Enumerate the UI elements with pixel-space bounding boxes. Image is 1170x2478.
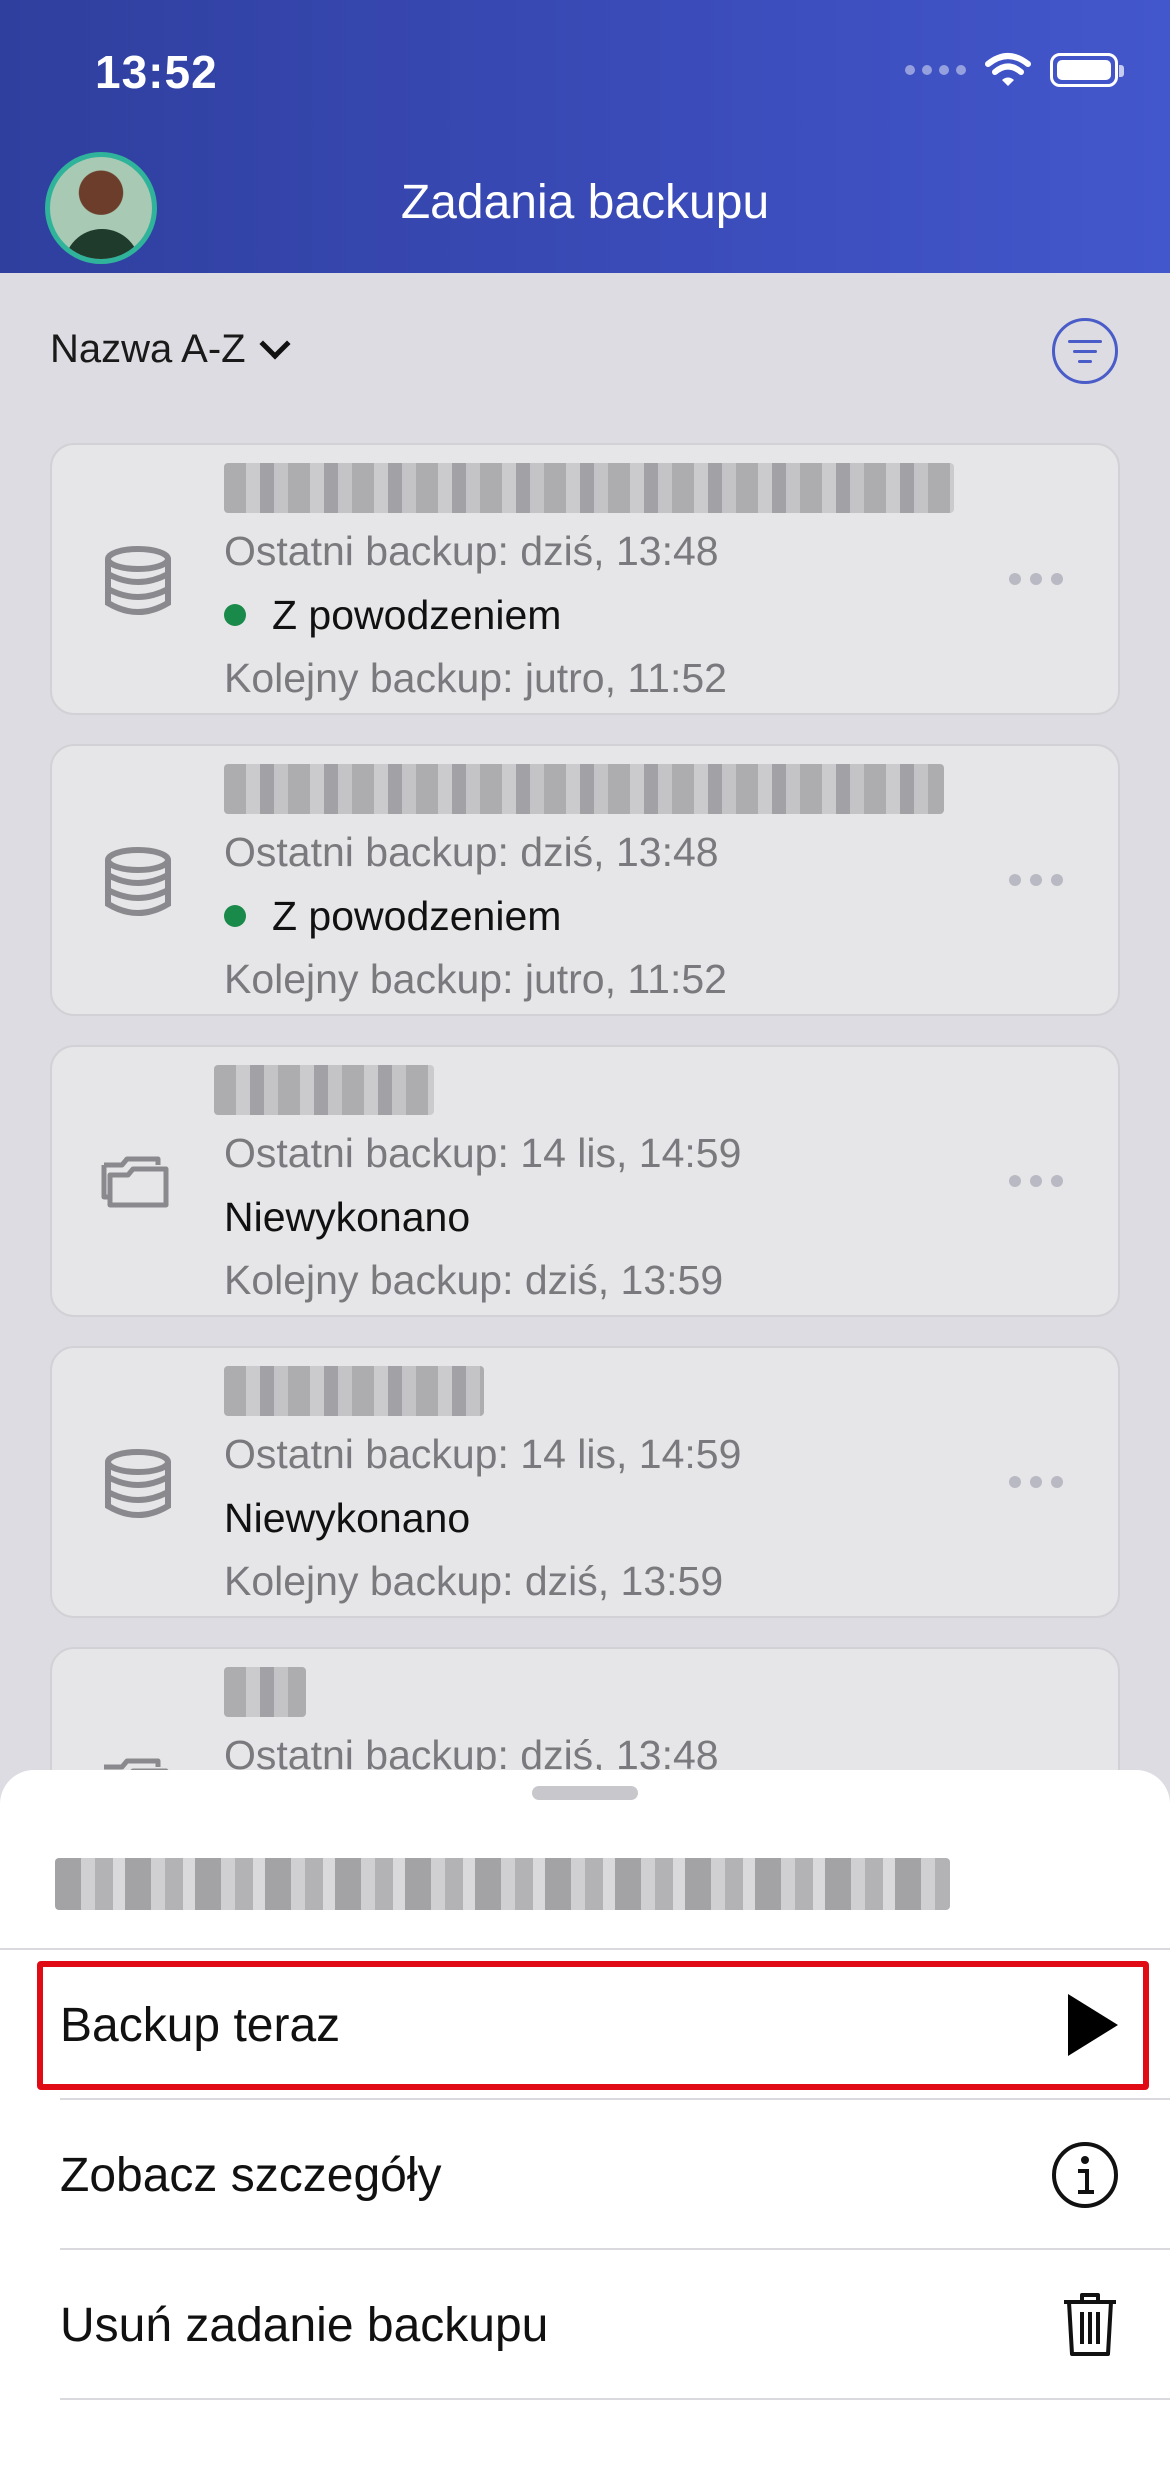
more-options-icon[interactable]	[1009, 573, 1063, 585]
last-backup: Ostatni backup: 14 lis, 14:59	[224, 1431, 742, 1477]
job-card[interactable]: Ostatni backup: dziś, 13:48 Z powodzenie…	[50, 443, 1120, 715]
divider	[60, 2098, 1170, 2100]
job-card[interactable]: Ostatni backup: dziś, 13:48 Z powodzenie…	[50, 744, 1120, 1016]
job-name-redacted	[224, 1667, 306, 1717]
next-backup: Kolejny backup: dziś, 13:59	[224, 1558, 724, 1604]
wifi-icon	[985, 53, 1031, 86]
job-status: Z powodzeniem	[224, 893, 561, 940]
job-name-redacted	[224, 1366, 484, 1416]
delete-job-button[interactable]: Usuń zadanie backupu	[60, 2265, 1120, 2385]
success-dot-icon	[224, 604, 246, 626]
divider	[0, 1948, 1170, 1950]
database-icon	[105, 847, 171, 916]
job-name-redacted	[224, 764, 944, 814]
job-status: Niewykonano	[224, 1194, 471, 1240]
job-name-redacted	[224, 463, 954, 513]
delete-job-label: Usuń zadanie backupu	[60, 2298, 549, 2352]
last-backup: Ostatni backup: 14 lis, 14:59	[224, 1130, 742, 1176]
database-icon	[105, 1449, 171, 1518]
last-backup: Ostatni backup: dziś, 13:48	[224, 528, 719, 574]
job-status: Z powodzeniem	[224, 592, 561, 639]
folder-icon	[101, 1156, 169, 1208]
chevron-down-icon	[259, 327, 291, 360]
next-backup: Kolejny backup: dziś, 13:59	[224, 1257, 724, 1303]
job-name-redacted	[214, 1065, 434, 1115]
next-backup: Kolejny backup: jutro, 11:52	[224, 956, 727, 1002]
database-icon	[105, 546, 171, 615]
sort-dropdown[interactable]: Nazwa A-Z	[50, 327, 291, 372]
status-icons	[905, 52, 1124, 88]
sheet-grabber[interactable]	[532, 1786, 638, 1800]
success-dot-icon	[224, 905, 246, 927]
job-card[interactable]: Ostatni backup: 14 lis, 14:59 Niewykonan…	[50, 1045, 1120, 1317]
last-backup: Ostatni backup: dziś, 13:48	[224, 829, 719, 875]
action-sheet: Backup teraz Zobacz szczegóły Usuń zadan…	[0, 1770, 1170, 2478]
next-backup: Kolejny backup: jutro, 11:52	[224, 655, 727, 701]
view-details-label: Zobacz szczegóły	[60, 2148, 442, 2202]
job-status: Niewykonano	[224, 1495, 471, 1541]
selected-job-name-redacted	[55, 1858, 950, 1910]
more-options-icon[interactable]	[1009, 1175, 1063, 1187]
divider	[60, 2398, 1170, 2400]
page-title: Zadania backupu	[400, 176, 770, 229]
status-time: 13:52	[95, 46, 218, 98]
job-card[interactable]: Ostatni backup: 14 lis, 14:59 Niewykonan…	[50, 1346, 1120, 1618]
highlight-box	[37, 1961, 1149, 2090]
divider	[60, 2248, 1170, 2250]
info-icon	[1052, 2142, 1118, 2208]
sort-label: Nazwa A-Z	[50, 327, 246, 371]
trash-icon	[1064, 2293, 1116, 2356]
app-header: 13:52 Zadania backupu	[0, 0, 1170, 273]
more-options-icon[interactable]	[1009, 1476, 1063, 1488]
battery-icon	[1050, 53, 1124, 87]
view-details-button[interactable]: Zobacz szczegóły	[60, 2115, 1120, 2235]
more-options-icon[interactable]	[1009, 874, 1063, 886]
filter-button[interactable]	[1052, 318, 1118, 384]
cellular-signal-icon	[905, 65, 966, 75]
